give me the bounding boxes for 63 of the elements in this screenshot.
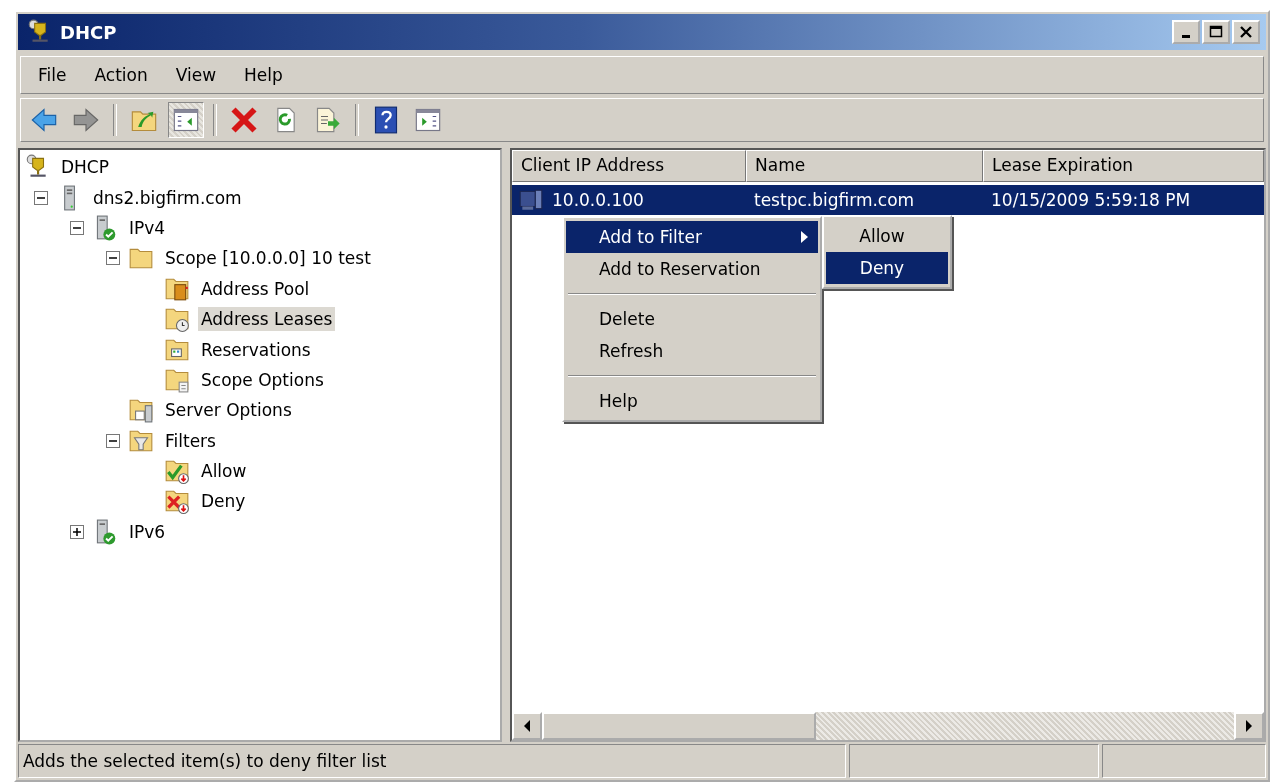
collapse-toggle[interactable] <box>70 220 84 235</box>
close-icon <box>1239 25 1253 39</box>
column-header[interactable]: Lease Expiration <box>983 150 1264 182</box>
menu-item[interactable]: Allow <box>826 220 948 252</box>
tree-item[interactable]: Address Leases <box>198 307 336 332</box>
pane-button[interactable] <box>168 102 204 138</box>
menu-item[interactable]: Add to Reservation <box>566 253 818 285</box>
export-icon <box>314 106 342 134</box>
left-arrow-icon <box>523 720 531 732</box>
tree-item[interactable]: Server Options <box>162 398 295 423</box>
check-folder-icon <box>164 458 190 485</box>
menu-item[interactable]: Refresh <box>566 335 818 367</box>
folder-server-icon <box>128 397 154 424</box>
tree-item[interactable]: Address Pool <box>198 276 313 301</box>
back-arrow-icon <box>30 106 58 134</box>
menu-item[interactable]: Help <box>235 61 292 89</box>
close-button[interactable] <box>1232 20 1260 44</box>
tree-item[interactable]: Scope [10.0.0.0] 10 test <box>162 246 374 271</box>
menu-item[interactable]: Help <box>566 385 818 417</box>
forward-arrow-icon <box>72 106 100 134</box>
menu-item[interactable]: File <box>29 61 76 89</box>
status-text: Adds the selected item(s) to deny filter list <box>18 744 846 778</box>
tree-item[interactable]: Filters <box>162 428 219 453</box>
table-cell-text: 10/15/2009 5:59:18 PM <box>990 190 1191 210</box>
scroll-right-button[interactable] <box>1234 712 1264 740</box>
tree-item[interactable]: IPv4 <box>126 215 169 240</box>
right-arrow-icon <box>1245 720 1253 732</box>
tree-item[interactable]: Deny <box>198 489 249 514</box>
tree-item[interactable]: IPv6 <box>126 519 169 544</box>
scroll-left-button[interactable] <box>512 712 542 740</box>
tree-item[interactable]: DHCP <box>58 155 112 180</box>
scrollbar-thumb[interactable] <box>542 712 816 740</box>
delete-icon <box>230 106 258 134</box>
column-header[interactable]: Client IP Address <box>512 150 746 182</box>
minimize-button[interactable] <box>1172 20 1200 44</box>
panel-icon <box>414 106 442 134</box>
list-row[interactable]: 10.0.0.100 testpc.bigfirm.com 10/15/2009 5:59:18 PM <box>512 185 1264 215</box>
tree-item[interactable]: Scope Options <box>198 367 327 392</box>
table-cell-text: testpc.bigfirm.com <box>753 190 915 210</box>
menu-item[interactable]: Deny <box>826 252 948 284</box>
help-icon <box>372 106 400 134</box>
pane-icon <box>172 106 200 134</box>
window-title: DHCP <box>60 21 118 43</box>
tree-item[interactable]: Reservations <box>198 337 314 362</box>
collapse-toggle[interactable] <box>34 190 48 205</box>
expand-toggle[interactable] <box>70 524 84 539</box>
column-header[interactable]: Name <box>746 150 983 182</box>
folder-clock-icon <box>164 306 190 333</box>
cross-folder-icon <box>164 488 190 515</box>
menu-item[interactable]: View <box>166 61 226 89</box>
menu-item[interactable]: Action <box>85 61 157 89</box>
menu-item[interactable]: Add to Filter <box>566 221 818 253</box>
menu-item[interactable]: Delete <box>566 303 818 335</box>
table-cell-text: 10.0.0.100 <box>551 190 644 210</box>
tree-item[interactable]: dns2.bigfirm.com <box>90 185 245 210</box>
computer-icon <box>518 187 544 213</box>
maximize-button[interactable] <box>1202 20 1230 44</box>
tree-item[interactable]: Allow <box>198 459 250 484</box>
collapse-toggle[interactable] <box>106 251 120 266</box>
minimize-icon <box>1182 34 1190 38</box>
collapse-toggle[interactable] <box>106 433 120 448</box>
maximize-icon <box>1209 25 1223 39</box>
horizontal-scrollbar[interactable] <box>512 712 1264 740</box>
